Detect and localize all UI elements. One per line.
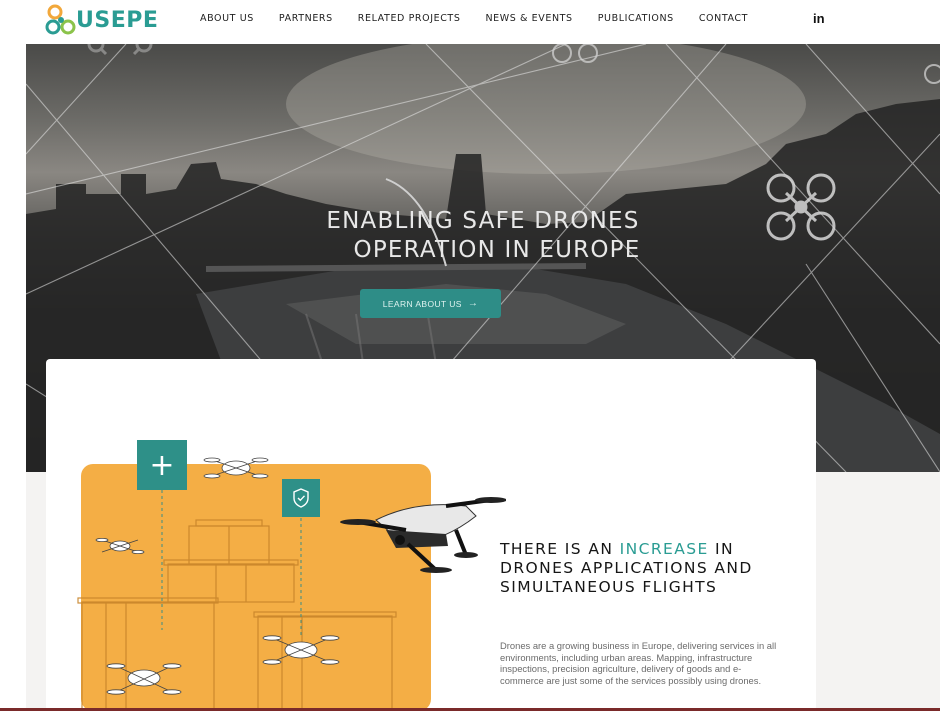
drone-icon <box>203 457 269 479</box>
logo-drone-icon <box>45 4 76 35</box>
quadcopter-photo-icon <box>340 497 506 573</box>
site-logo[interactable]: USEPE <box>44 3 158 37</box>
nav-item-contact[interactable]: CONTACT <box>699 13 748 24</box>
nav-item-news-events[interactable]: NEWS & EVENTS <box>485 13 572 24</box>
headline-text-before: THERE IS AN <box>500 540 614 558</box>
linkedin-icon[interactable]: in <box>813 11 825 26</box>
hero-title-line-1: ENABLING SAFE DRONES <box>326 208 640 234</box>
feature-headline: THERE IS AN INCREASE IN DRONES APPLICATI… <box>500 540 800 597</box>
nav-item-about-us[interactable]: ABOUT US <box>200 13 254 24</box>
drone-icon <box>95 538 145 555</box>
shield-icon <box>293 488 309 508</box>
learn-about-us-button[interactable]: LEARN ABOUT US → <box>360 289 501 318</box>
drone-icon <box>262 635 340 665</box>
arrow-right-icon: → <box>467 298 479 309</box>
hero-title: ENABLING SAFE DRONES OPERATION IN EUROPE <box>26 207 940 265</box>
main-nav: ABOUT US PARTNERS RELATED PROJECTS NEWS … <box>200 13 773 24</box>
hero-title-line-2: OPERATION IN EUROPE <box>353 237 641 263</box>
headline-accent-word: INCREASE <box>619 540 709 558</box>
nav-item-related-projects[interactable]: RELATED PROJECTS <box>358 13 461 24</box>
learn-about-us-label: LEARN ABOUT US <box>382 298 462 309</box>
shield-check-icon <box>282 479 320 517</box>
drones-city-illustration <box>77 457 506 711</box>
nav-item-publications[interactable]: PUBLICATIONS <box>598 13 674 24</box>
feature-description: Drones are a growing business in Europe,… <box>500 640 777 686</box>
drone-icon <box>106 663 182 695</box>
logo-text: USEPE <box>76 7 159 33</box>
plus-icon: + <box>137 440 187 490</box>
nav-item-partners[interactable]: PARTNERS <box>279 13 333 24</box>
site-header: USEPE ABOUT US PARTNERS RELATED PROJECTS… <box>0 0 940 44</box>
